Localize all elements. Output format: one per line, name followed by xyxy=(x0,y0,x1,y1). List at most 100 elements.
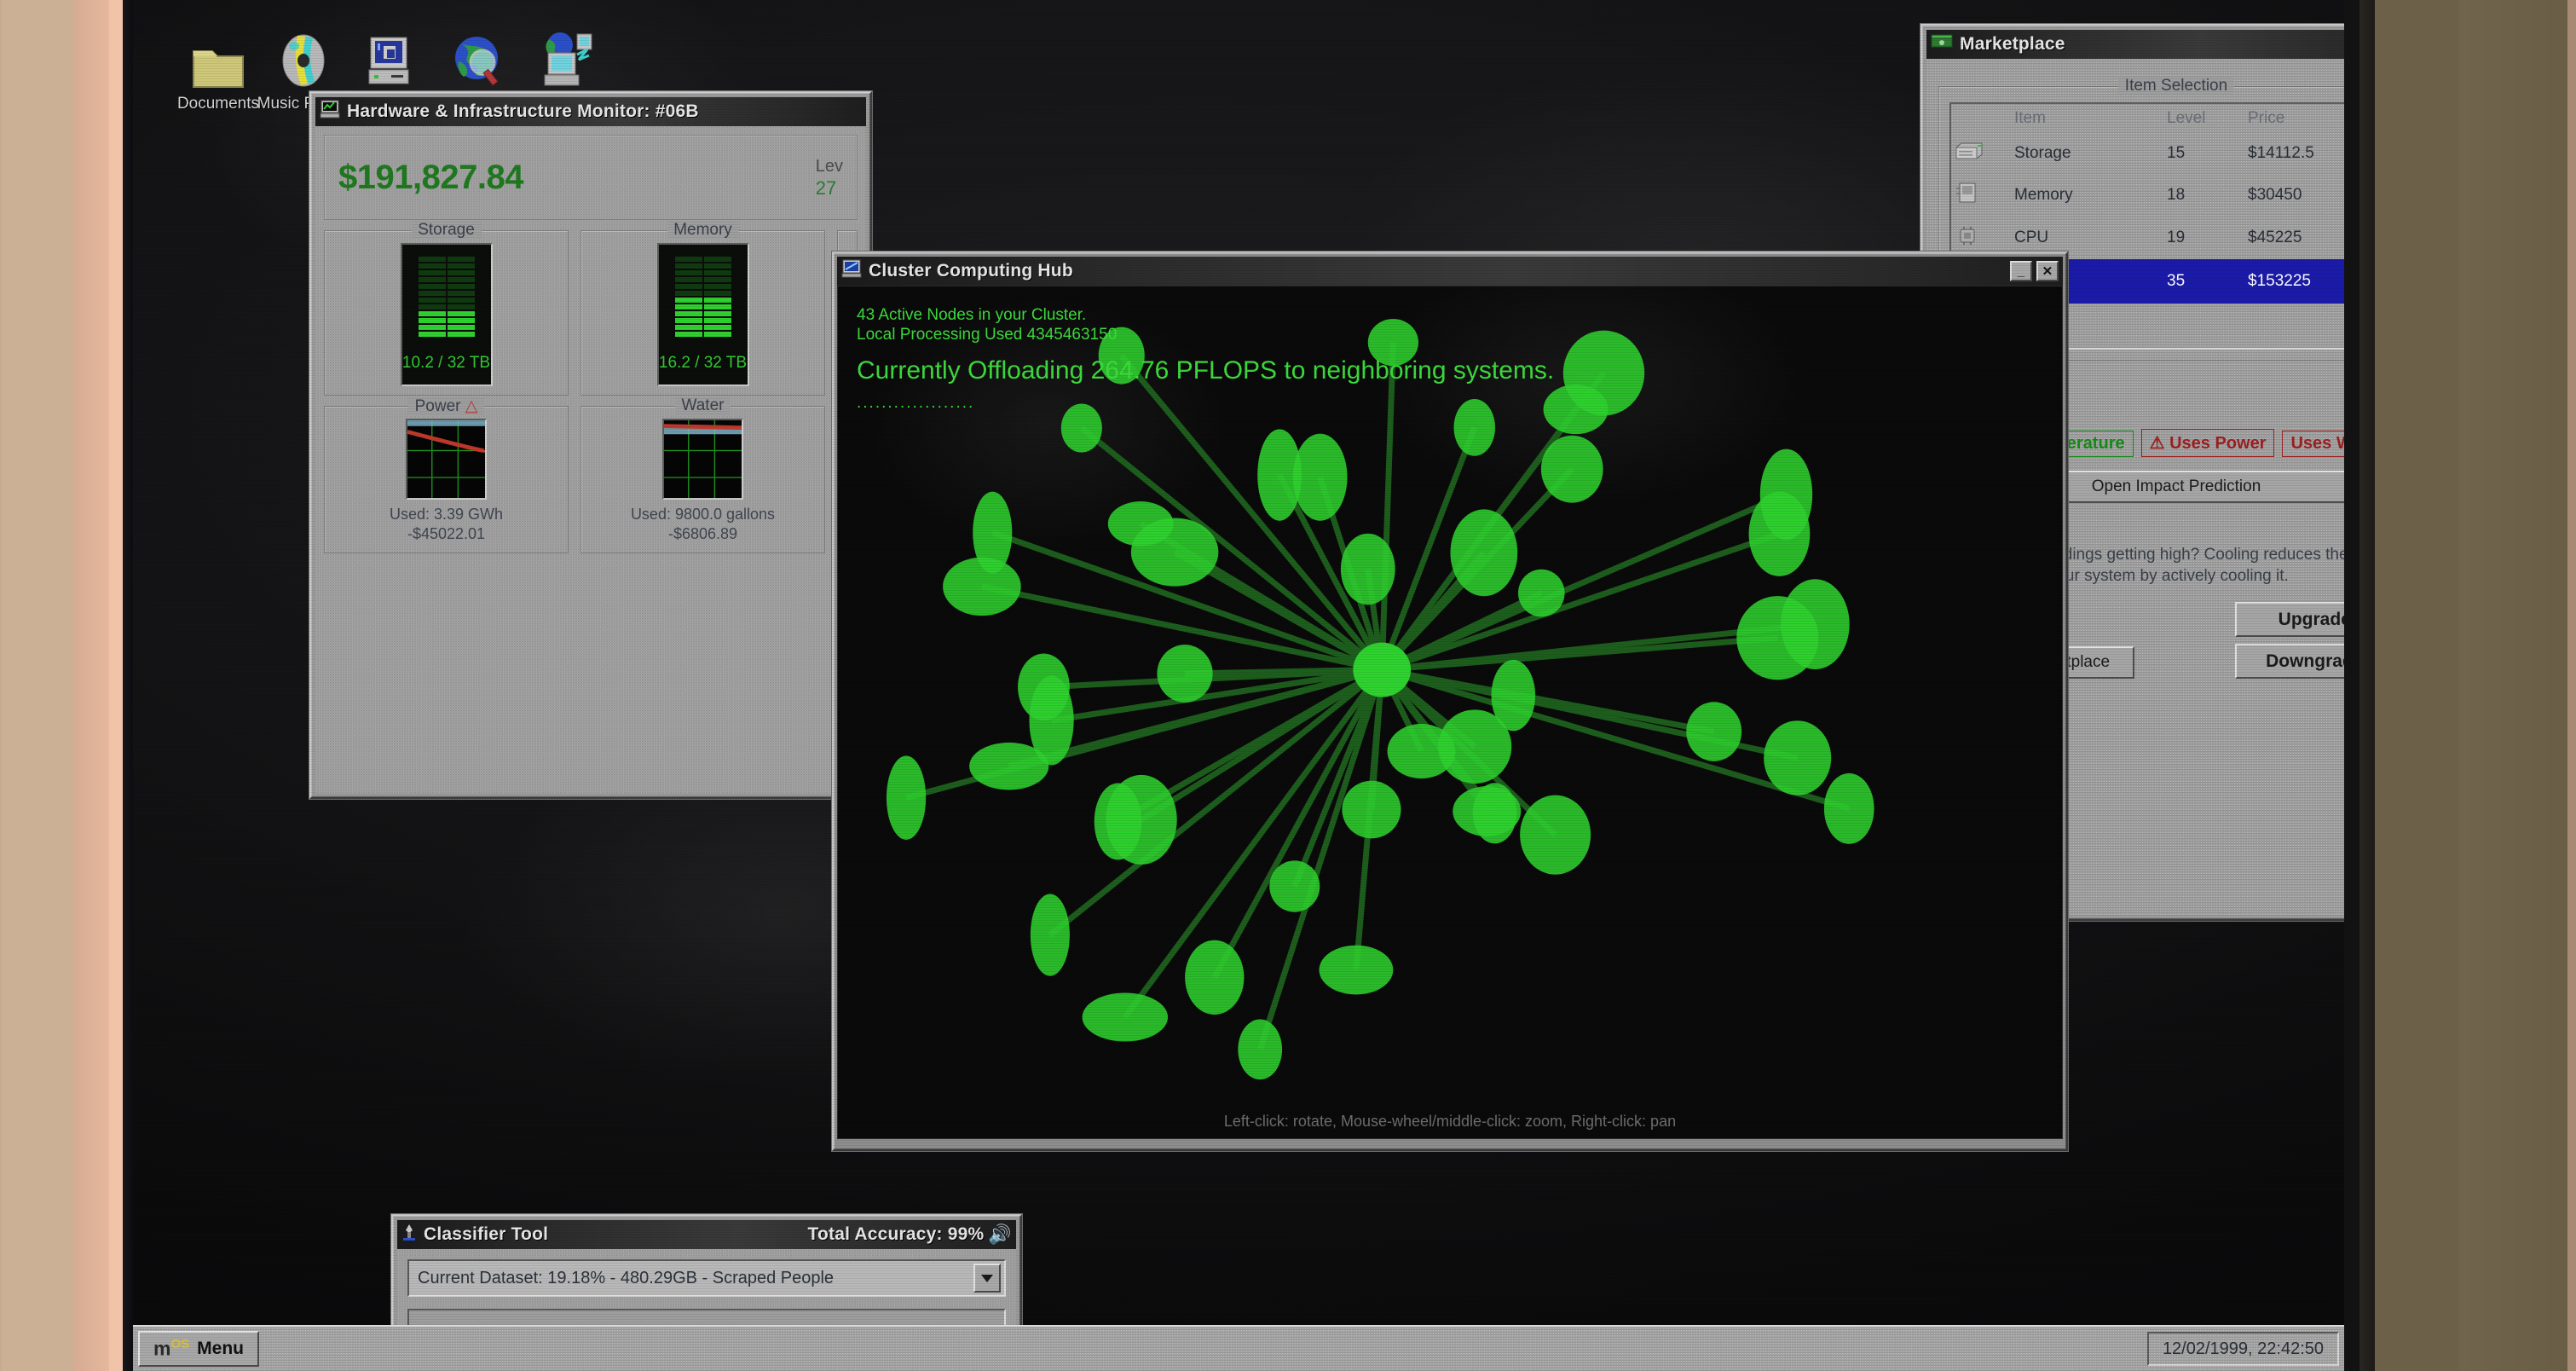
water-label: Water xyxy=(674,396,731,415)
meter-segment xyxy=(447,311,475,316)
meter-segment xyxy=(447,304,475,309)
cluster-node[interactable] xyxy=(1472,783,1517,844)
classifier-accuracy: Total Accuracy: 99% xyxy=(807,1224,985,1244)
cluster-hub-node[interactable] xyxy=(1353,642,1412,697)
power-group: Power △ Used: 3.39 GWh -$45022.01 xyxy=(324,396,569,553)
cluster-node[interactable] xyxy=(1520,795,1591,875)
cluster-node[interactable] xyxy=(1018,653,1070,721)
cluster-node[interactable] xyxy=(1342,780,1401,839)
hardware-monitor-window[interactable]: Hardware & Infrastructure Monitor: #06B … xyxy=(309,91,872,799)
close-icon[interactable]: ✕ xyxy=(2036,261,2059,281)
storage-label: Storage xyxy=(411,221,482,240)
speaker-icon[interactable]: 🔊 xyxy=(988,1223,1012,1246)
table-row[interactable]: Memory 18 $30450 xyxy=(1951,174,2344,217)
cluster-node[interactable] xyxy=(1748,491,1811,576)
classifier-titlebar[interactable]: Classifier Tool Total Accuracy: 99% 🔊 xyxy=(397,1220,1016,1249)
monitor-graph-icon xyxy=(841,259,862,283)
upgrade-button[interactable]: Upgrade ⇧ xyxy=(2235,602,2344,637)
cluster-node[interactable] xyxy=(1060,403,1102,453)
cluster-node[interactable] xyxy=(1764,720,1832,795)
cluster-node[interactable] xyxy=(1450,509,1518,597)
taskbar[interactable]: mOS Menu 12/02/1999, 22:42:50 xyxy=(133,1325,2344,1371)
table-row[interactable]: Storage 15 $14112.5 xyxy=(1951,133,2344,174)
storage-group: Storage 10.2 / 32 TB xyxy=(324,221,569,396)
meter-segment xyxy=(418,277,446,282)
cluster-node[interactable] xyxy=(1518,569,1565,617)
table-header-row: Item Level Price xyxy=(1951,104,2344,133)
cluster-node[interactable] xyxy=(1823,772,1874,844)
cell-level: 15 xyxy=(2167,144,2186,162)
cluster-headline: Currently Offloading 264.76 PFLOPS to ne… xyxy=(857,356,1555,385)
cluster-hub-window[interactable]: Cluster Computing Hub _ ✕ 43 Active Node… xyxy=(832,252,2068,1151)
cell-price: $45225 xyxy=(2248,228,2302,246)
marketplace-titlebar[interactable]: Marketplace 🔊 xyxy=(1926,30,2344,59)
meter-segment xyxy=(674,284,702,289)
cluster-hub-title: Cluster Computing Hub xyxy=(869,261,1073,281)
meter-segment xyxy=(674,277,702,282)
meter-segment xyxy=(674,332,702,337)
level-value: 27 xyxy=(815,176,837,199)
cluster-node[interactable] xyxy=(1082,992,1169,1042)
meter-segment xyxy=(418,304,446,309)
cluster-node[interactable] xyxy=(1387,724,1456,779)
meter-segment xyxy=(674,263,702,269)
meter-segment xyxy=(418,291,446,296)
cluster-node[interactable] xyxy=(1562,330,1645,416)
cluster-node[interactable] xyxy=(1540,435,1603,503)
hardware-monitor-titlebar[interactable]: Hardware & Infrastructure Monitor: #06B xyxy=(315,97,866,126)
detail-tag: ⚠ Uses Power xyxy=(2140,429,2275,457)
taskbar-clock[interactable]: 12/02/1999, 22:42:50 xyxy=(2146,1332,2339,1366)
cluster-node[interactable] xyxy=(1292,433,1348,521)
meter-segment xyxy=(447,270,475,275)
cluster-divider: ................... xyxy=(857,394,975,412)
memory-chip-icon xyxy=(1951,174,2011,217)
meter-segment xyxy=(703,284,731,289)
meter-segment xyxy=(703,263,731,269)
minimize-icon[interactable]: _ xyxy=(2010,261,2032,281)
level-readout: Lev 27 xyxy=(816,155,843,200)
cluster-edge xyxy=(1378,342,1396,670)
meter-segment xyxy=(674,318,702,323)
cluster-node[interactable] xyxy=(1157,645,1213,703)
marketplace-title: Marketplace xyxy=(1960,34,2065,54)
power-label: Power △ xyxy=(407,396,485,416)
cluster-node[interactable] xyxy=(1319,945,1394,995)
item-selection-label: Item Selection xyxy=(2117,77,2235,95)
cluster-node[interactable] xyxy=(1130,518,1219,587)
storage-bars xyxy=(418,255,475,337)
dataset-select[interactable]: Current Dataset: 19.18% - 480.29GB - Scr… xyxy=(407,1259,1006,1297)
cluster-node[interactable] xyxy=(1094,783,1142,860)
cluster-node[interactable] xyxy=(886,755,927,840)
cluster-node[interactable] xyxy=(1686,702,1742,761)
cluster-node[interactable] xyxy=(1491,659,1536,732)
storage-meter: 10.2 / 32 TB xyxy=(400,243,493,386)
meter-segment xyxy=(447,291,475,296)
cell-level: 35 xyxy=(2167,272,2186,290)
cluster-node[interactable] xyxy=(1453,398,1496,456)
meter-segment xyxy=(418,284,446,289)
cluster-node[interactable] xyxy=(1340,533,1395,605)
water-group: Water Used: 9800.0 gallons -$6806.89 xyxy=(580,396,825,553)
cluster-node[interactable] xyxy=(1736,596,1819,680)
meter-segment xyxy=(447,257,475,262)
meter-segment xyxy=(703,311,731,316)
start-menu-label: Menu xyxy=(197,1339,244,1358)
cluster-node[interactable] xyxy=(1030,894,1070,976)
meter-segment xyxy=(418,318,446,323)
balance-value: $191,827.84 xyxy=(338,158,523,196)
cluster-hub-titlebar[interactable]: Cluster Computing Hub _ ✕ xyxy=(837,257,2063,286)
meter-segment xyxy=(674,298,702,303)
start-menu-button[interactable]: mOS Menu xyxy=(138,1331,259,1367)
chevron-down-icon[interactable] xyxy=(973,1264,1001,1293)
cluster-graph-canvas[interactable]: 43 Active Nodes in your Cluster. Local P… xyxy=(837,286,2063,1139)
memory-group: Memory 16.2 / 32 TB xyxy=(580,221,825,396)
cluster-node[interactable] xyxy=(1238,1019,1283,1080)
level-label: Lev xyxy=(815,156,843,176)
water-graph xyxy=(662,419,743,500)
meter-segment xyxy=(418,311,446,316)
col-item: Item xyxy=(2014,109,2046,127)
cluster-node[interactable] xyxy=(1185,940,1245,1015)
cluster-node[interactable] xyxy=(943,557,1021,616)
cluster-node[interactable] xyxy=(1269,860,1320,912)
downgrade-button[interactable]: Downgrade ⇩ xyxy=(2235,644,2344,679)
